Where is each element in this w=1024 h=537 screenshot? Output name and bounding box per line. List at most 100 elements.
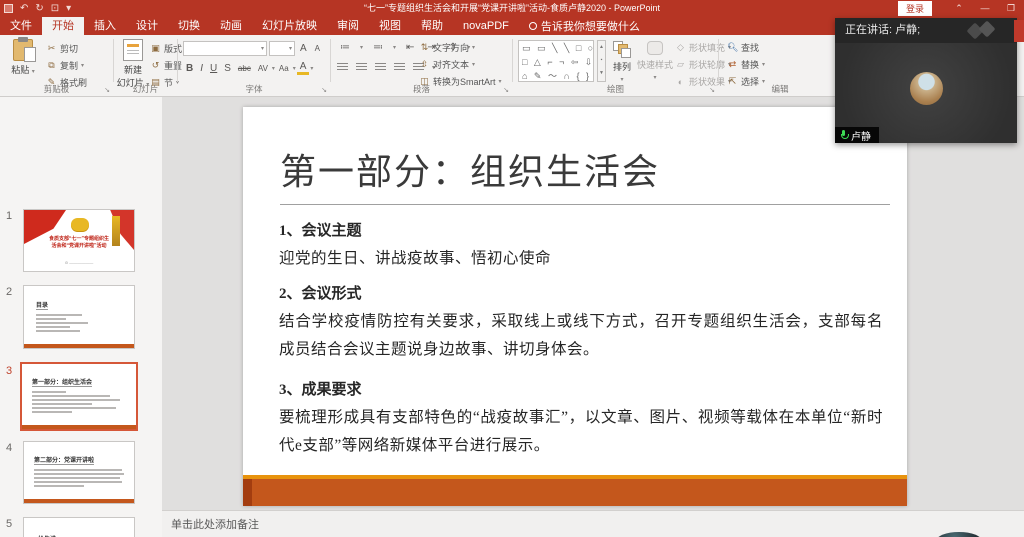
body-heading-2: 2、会议形式: [279, 282, 883, 303]
tab-slideshow[interactable]: 幻灯片放映: [252, 17, 327, 35]
drawing-dialog-launcher-icon[interactable]: ↘: [709, 86, 715, 94]
tab-insert[interactable]: 插入: [84, 17, 126, 35]
tab-novapdf[interactable]: novaPDF: [453, 17, 519, 35]
replace-icon: ⇄: [727, 59, 738, 70]
new-slide-icon: [123, 39, 143, 61]
thumbnail-slide-3-selected[interactable]: 第一部分：组织生活会: [20, 362, 138, 431]
tab-transitions[interactable]: 切换: [168, 17, 210, 35]
grow-font-button[interactable]: A: [297, 43, 310, 54]
align-right-icon[interactable]: [375, 63, 386, 71]
shape-outline-icon: ▱: [675, 59, 686, 70]
floating-camera-bubble[interactable]: [936, 532, 982, 537]
slide-canvas[interactable]: 第一部分：组织生活会 1、会议主题 迎党的生日、讲战疫故事、悟初心使命 2、会议…: [243, 107, 907, 506]
paste-button[interactable]: 粘贴 ▾: [6, 39, 40, 76]
tab-review[interactable]: 审阅: [327, 17, 369, 35]
school-logo: ⊙ ——————: [65, 260, 93, 265]
tab-design[interactable]: 设计: [126, 17, 168, 35]
slide-number-selected: 3: [6, 365, 12, 377]
font-dialog-launcher-icon[interactable]: ↘: [321, 86, 327, 94]
copy-icon: ⧉: [46, 60, 57, 71]
notes-pane[interactable]: 单击此处添加备注: [162, 510, 1024, 537]
group-font: ▾ ▾ A A B I U S abc AV▾ Aa▾ A▾ 字体 ↘: [178, 35, 330, 96]
quick-styles-icon: [647, 41, 663, 55]
paragraph-dialog-launcher-icon[interactable]: ↘: [503, 86, 509, 94]
slide-thumbnail-panel: 1 食质支部“七一”专题组织生 活会和“党课开讲啦”活动 ⊙ —————— 2 …: [0, 97, 162, 537]
italic-button[interactable]: I: [197, 63, 206, 74]
dropdown-arrow-icon: ▾: [81, 62, 84, 69]
dropdown-arrow-icon: ▾: [32, 69, 35, 75]
clipboard-dialog-launcher-icon[interactable]: ↘: [104, 86, 110, 94]
font-size-combobox[interactable]: ▾: [269, 41, 295, 56]
window-title: “七一”专题组织生活会和开展“党课开讲啦”活动-食质卢静2020 - Power…: [0, 0, 1024, 17]
tab-file[interactable]: 文件: [0, 17, 42, 35]
group-drawing: ▭ ▭ ╲ ╲ □ ○ □ △ ⌐ ¬ ⇦ ⇩ ⌂ ✎ ～ ∩ { } ▲▪▼ …: [513, 35, 718, 96]
tab-help[interactable]: 帮助: [411, 17, 453, 35]
quick-styles-button[interactable]: 快速样式 ▾: [637, 39, 673, 81]
justify-icon[interactable]: [394, 63, 405, 71]
decrease-indent-icon[interactable]: ⇤: [403, 42, 417, 53]
minimize-button[interactable]: —: [972, 0, 998, 17]
slide-title[interactable]: 第一部分：组织生活会: [280, 143, 660, 195]
shape-fill-icon: ◇: [675, 42, 686, 53]
new-slide-button[interactable]: 新建 幻灯片 ▾: [116, 39, 150, 89]
numbering-icon[interactable]: ≕: [370, 42, 386, 53]
slide-accent-bar: [22, 425, 136, 429]
slide-number: 2: [6, 286, 12, 298]
align-left-icon[interactable]: [337, 63, 348, 71]
character-spacing-button[interactable]: AV: [255, 64, 271, 73]
group-slides: 新建 幻灯片 ▾ ▣版式▾ ↺重置 ▤节▾ 幻灯片: [114, 35, 177, 96]
slide-number: 5: [6, 518, 12, 530]
reset-icon: ↺: [150, 60, 161, 71]
cut-button[interactable]: ✂剪切: [46, 41, 87, 56]
scissors-icon: ✂: [46, 43, 57, 54]
underline-button[interactable]: U: [207, 63, 220, 74]
powerpoint-window: ↶ ↻ ⊡ ▾ “七一”专题组织生活会和开展“党课开讲啦”活动-食质卢静2020…: [0, 0, 1024, 537]
login-button[interactable]: 登录: [898, 1, 932, 16]
thumbnail-slide-1[interactable]: 食质支部“七一”专题组织生 活会和“党课开讲啦”活动 ⊙ ——————: [23, 209, 135, 272]
participant-video[interactable]: 卢静: [835, 43, 1017, 143]
font-name-combobox[interactable]: ▾: [183, 41, 267, 56]
paste-icon: [13, 39, 33, 61]
arrange-button[interactable]: 排列 ▾: [609, 39, 635, 83]
slide-orange-bar: [243, 479, 907, 506]
maximize-button[interactable]: ❐: [998, 0, 1024, 17]
ribbon-display-options-icon[interactable]: ⌃: [946, 0, 972, 17]
meeting-overlay-header: 正在讲话: 卢静;: [835, 18, 1017, 43]
text-shadow-button[interactable]: S: [221, 63, 234, 74]
tell-me-box[interactable]: 告诉我你想要做什么: [519, 17, 650, 35]
participant-name-tag: 卢静: [835, 127, 879, 143]
align-text-button[interactable]: ⇳对齐文本▾: [419, 57, 502, 72]
meeting-overlay[interactable]: 正在讲话: 卢静; 卢静: [835, 18, 1017, 143]
notes-placeholder[interactable]: 单击此处添加备注: [171, 516, 259, 532]
party-emblem-art: [71, 218, 89, 231]
bullets-icon[interactable]: ≔: [337, 42, 353, 53]
copy-button[interactable]: ⧉复制 ▾: [46, 58, 87, 73]
strikethrough-button[interactable]: abc: [235, 64, 254, 73]
tab-home[interactable]: 开始: [42, 17, 84, 35]
shrink-font-button[interactable]: A: [312, 44, 323, 53]
align-text-icon: ⇳: [419, 59, 430, 70]
tab-animations[interactable]: 动画: [210, 17, 252, 35]
font-color-button[interactable]: A: [297, 61, 310, 75]
text-direction-button[interactable]: ⇅文字方向▾: [419, 40, 502, 55]
align-center-icon[interactable]: [356, 63, 367, 71]
body-heading-3: 3、成果要求: [279, 378, 883, 399]
thumbnail-slide-2[interactable]: 目录: [23, 285, 135, 349]
slide-number: 1: [6, 210, 12, 222]
arrange-icon: [613, 41, 631, 57]
change-case-button[interactable]: Aa: [276, 64, 292, 73]
thumbnail-slide-5[interactable]: 抢先讲 “不忘初心、牢记使命” 卢静: [23, 517, 135, 537]
tab-view[interactable]: 视图: [369, 17, 411, 35]
bold-button[interactable]: B: [183, 63, 196, 74]
slide-body-text[interactable]: 1、会议主题 迎党的生日、讲战疫故事、悟初心使命 2、会议形式 结合学校疫情防控…: [279, 210, 883, 466]
group-editing: 🔍︎查找 ⇄替换 ▾ ⇱选择 ▾ 编辑: [719, 35, 841, 96]
thumbnail-slide-4[interactable]: 第二部分：党课开讲啦: [23, 441, 135, 504]
speaking-status: 正在讲话: 卢静;: [845, 24, 920, 36]
find-button[interactable]: 🔍︎查找: [727, 40, 765, 55]
title-bar: ↶ ↻ ⊡ ▾ “七一”专题组织生活会和开展“党课开讲啦”活动-食质卢静2020…: [0, 0, 1024, 17]
shape-gallery[interactable]: ▭ ▭ ╲ ╲ □ ○ □ △ ⌐ ¬ ⇦ ⇩ ⌂ ✎ ～ ∩ { }: [518, 40, 594, 82]
shape-gallery-scrollbar[interactable]: ▲▪▼: [597, 40, 606, 82]
body-paragraph-3: 要梳理形成具有支部特色的“战疫故事汇”，以文章、图片、视频等载体在本单位“新时代…: [279, 404, 883, 460]
window-controls: 登录 ⌃ — ❐: [898, 0, 1024, 17]
replace-button[interactable]: ⇄替换 ▾: [727, 57, 765, 72]
